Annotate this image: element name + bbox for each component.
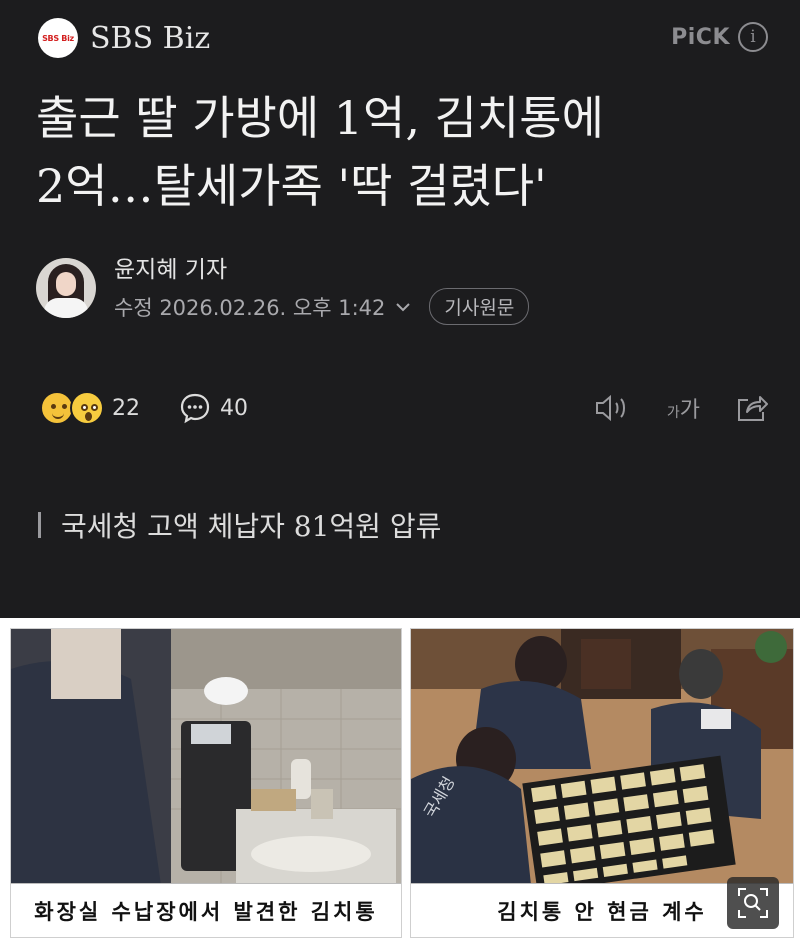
pick-badge[interactable]: PiCK i xyxy=(671,22,768,52)
smile-emoji-icon xyxy=(40,391,74,425)
byline: 윤지혜 기자 수정 2026.02.26. 오후 1:42 기사원문 xyxy=(36,250,530,325)
article-actions: 22 40 가가 xyxy=(40,388,770,428)
original-article-button[interactable]: 기사원문 xyxy=(429,288,530,325)
comment-icon[interactable] xyxy=(178,391,212,425)
press-brand[interactable]: SBS Biz SBS Biz xyxy=(38,18,210,58)
info-icon[interactable]: i xyxy=(738,22,768,52)
reaction-count: 22 xyxy=(112,395,140,421)
article-timestamp: 수정 2026.02.26. 오후 1:42 xyxy=(114,295,386,320)
reporter-name[interactable]: 윤지혜 기자 xyxy=(114,250,529,284)
left-photo-caption: 화장실 수납장에서 발견한 김치통 xyxy=(11,883,401,937)
zoom-icon xyxy=(738,888,768,918)
reporter-avatar[interactable] xyxy=(36,257,96,318)
headline-line-2: 2억…탈세가족 '딱 걸렸다' xyxy=(36,159,547,213)
cash-counting-photo-image: 국세청 xyxy=(411,629,793,885)
article-headline: 출근 딸 가방에 1억, 김치통에 2억…탈세가족 '딱 걸렸다' xyxy=(36,84,766,220)
article-photo[interactable]: 화장실 수납장에서 발견한 김치통 국세청 김치통 안 현금 계수 xyxy=(0,618,800,950)
press-logo-text: SBS Biz xyxy=(42,33,74,43)
zoom-button[interactable] xyxy=(727,877,779,929)
photo-right: 국세청 김치통 안 현금 계수 xyxy=(410,628,794,938)
subtitle-text: 국세청 고액 체납자 81억원 압류 xyxy=(61,510,442,543)
headline-line-1: 출근 딸 가방에 1억, 김치통에 xyxy=(36,91,604,145)
press-name[interactable]: SBS Biz xyxy=(90,21,210,56)
article-header: SBS Biz SBS Biz PiCK i 출근 딸 가방에 1억, 김치통에… xyxy=(0,0,800,618)
comment-count[interactable]: 40 xyxy=(220,396,248,421)
font-size-small-label: 가 xyxy=(666,405,680,421)
font-size-large-label: 가 xyxy=(679,398,700,423)
pick-label: PiCK xyxy=(671,24,730,50)
photo-left: 화장실 수납장에서 발견한 김치통 xyxy=(10,628,402,938)
font-size-button[interactable]: 가가 xyxy=(667,392,700,424)
press-logo: SBS Biz xyxy=(38,18,78,58)
subtitle-bar xyxy=(38,512,41,538)
share-icon[interactable] xyxy=(734,392,770,424)
speaker-icon[interactable] xyxy=(593,392,633,424)
chevron-down-icon[interactable] xyxy=(395,301,411,313)
bathroom-photo-image xyxy=(11,629,401,885)
surprised-emoji-icon xyxy=(70,391,104,425)
article-subtitle: 국세청 고액 체납자 81억원 압류 xyxy=(38,505,441,545)
reaction-emojis[interactable] xyxy=(40,389,106,427)
